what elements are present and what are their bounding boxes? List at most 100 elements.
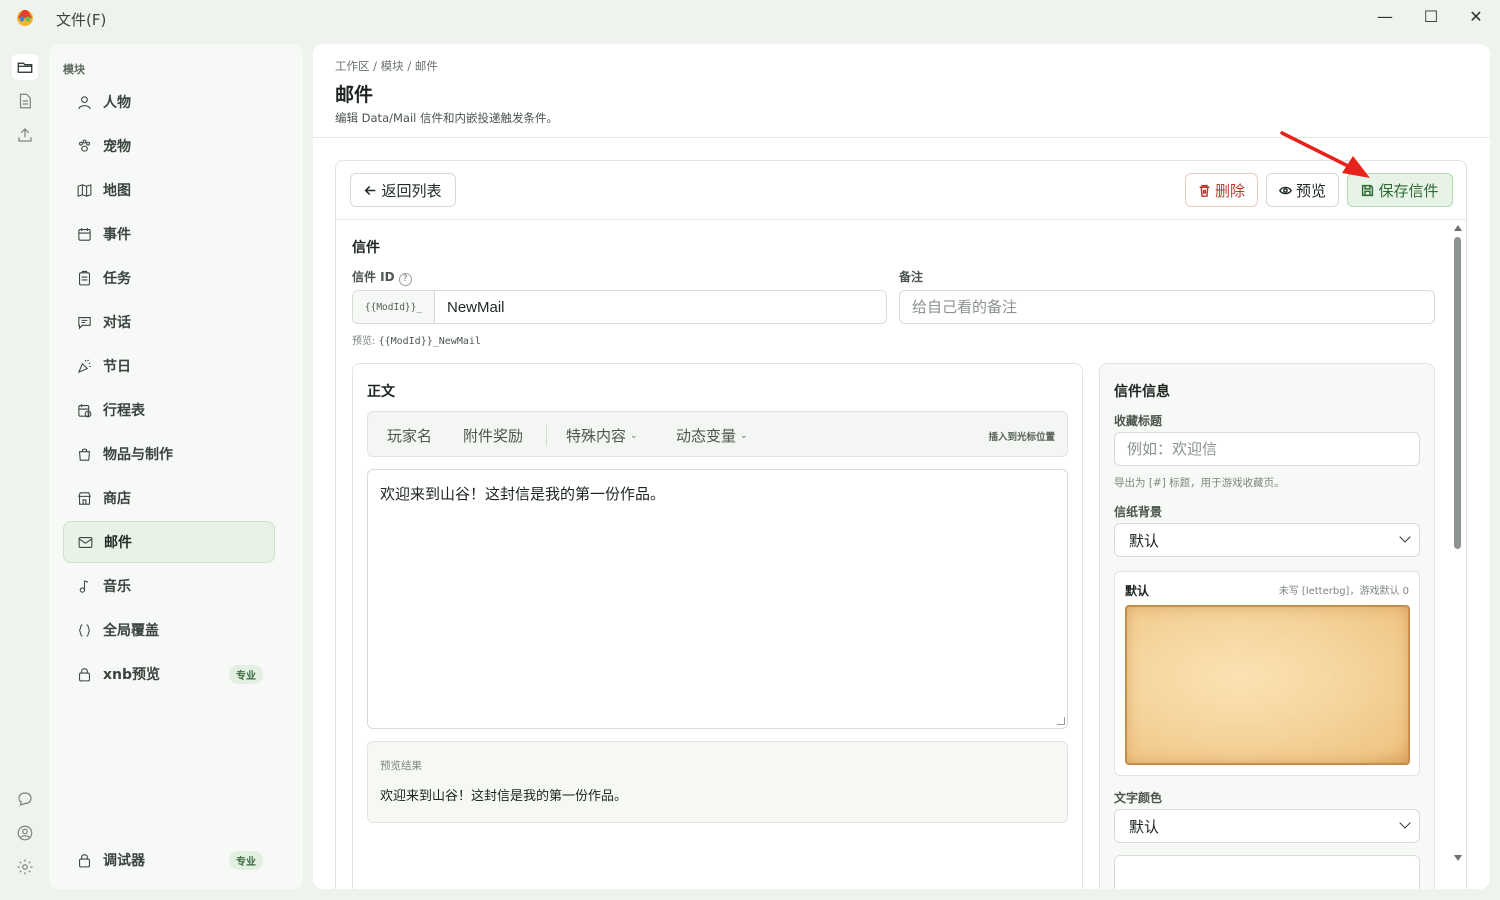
page-subtitle: 编辑 Data/Mail 信件和内嵌投递触发条件。	[335, 111, 559, 125]
header-divider	[313, 137, 1490, 138]
next-field-partial[interactable]	[1114, 855, 1420, 889]
paper-background-value: 默认	[1129, 531, 1160, 550]
save-icon	[1362, 184, 1374, 196]
paper-preview-card: 默认 未写 [letterbg]，游戏默认 0	[1114, 571, 1420, 776]
sidebar-item-quests[interactable]: 任务	[63, 257, 275, 299]
note-label: 备注	[899, 270, 924, 284]
sidebar-item-label: 物品与制作	[103, 447, 173, 463]
sidebar-item-music[interactable]: 音乐	[63, 565, 275, 607]
sidebar-item-label: 地图	[103, 183, 131, 199]
document-icon[interactable]	[12, 88, 38, 114]
sidebar-item-mail[interactable]: 邮件	[63, 521, 275, 563]
upload-icon[interactable]	[12, 122, 38, 148]
close-button[interactable]: ✕	[1463, 5, 1489, 29]
braces-icon	[73, 619, 95, 641]
note-input[interactable]	[899, 290, 1435, 324]
sidebar-item-xnb-preview[interactable]: xnb预览 专业	[63, 653, 275, 695]
party-icon	[73, 355, 95, 377]
resize-handle-icon[interactable]	[1057, 717, 1065, 725]
preview-button[interactable]: 预览	[1266, 173, 1339, 207]
save-button-label: 保存信件	[1378, 181, 1439, 200]
favorite-title-input[interactable]	[1114, 432, 1420, 466]
chevron-down-icon	[1399, 817, 1411, 829]
chat-icon[interactable]	[12, 786, 38, 812]
sidebar-item-label: 商店	[103, 491, 131, 507]
preview-result-text: 欢迎来到山谷！这封信是我的第一份作品。	[380, 789, 628, 804]
title-bar: 文件(F) — ☐ ✕	[0, 0, 1500, 36]
id-preview-value: {{ModId}}_NewMail	[378, 336, 481, 347]
insert-variable-dropdown[interactable]: 动态变量 ⌄	[676, 425, 748, 446]
insert-attachment-button[interactable]: 附件奖励	[463, 425, 523, 446]
back-to-list-button[interactable]: 返回列表	[350, 173, 456, 207]
sidebar-item-label: xnb预览	[103, 667, 161, 683]
insert-item-label: 特殊内容	[566, 427, 627, 445]
chevron-down-icon: ⌄	[630, 430, 638, 441]
sidebar-item-schedules[interactable]: 行程表	[63, 389, 275, 431]
calendar-icon	[73, 223, 95, 245]
scroll-up-arrow[interactable]	[1454, 225, 1462, 231]
gear-icon[interactable]	[12, 854, 38, 880]
paper-background-label: 信纸背景	[1114, 505, 1163, 519]
person-icon	[73, 91, 95, 113]
insert-special-dropdown[interactable]: 特殊内容 ⌄	[566, 425, 638, 446]
sidebar-item-events[interactable]: 事件	[63, 213, 275, 255]
text-color-select[interactable]: 默认	[1114, 809, 1420, 843]
scroll-thumb[interactable]	[1454, 237, 1461, 549]
app-logo-icon	[17, 9, 33, 26]
bag-icon	[73, 443, 95, 465]
insert-item-label: 玩家名	[387, 427, 433, 445]
favorite-title-label: 收藏标题	[1114, 414, 1163, 428]
sidebar-item-label: 音乐	[103, 579, 131, 595]
scrollbar[interactable]	[1453, 225, 1463, 865]
mail-editor-card: 返回列表 删除 预览 保存信件 信件 信件 ID? {{ModId}}_ New…	[335, 160, 1467, 889]
preview-result-box: 预览结果 欢迎来到山谷！这封信是我的第一份作品。	[367, 741, 1068, 823]
help-icon[interactable]: ?	[398, 273, 412, 286]
trash-icon	[1199, 184, 1210, 197]
insert-item-label: 动态变量	[676, 427, 737, 445]
sidebar-item-items-crafting[interactable]: 物品与制作	[63, 433, 275, 475]
file-menu[interactable]: 文件(F)	[56, 9, 106, 30]
letter-id-preview: 预览: {{ModId}}_NewMail	[352, 332, 481, 347]
letter-id-label: 信件 ID?	[352, 268, 412, 286]
map-icon	[73, 179, 95, 201]
pro-badge: 专业	[229, 851, 263, 870]
insert-item-label: 附件奖励	[463, 427, 524, 445]
sidebar-item-label: 人物	[103, 95, 131, 111]
lock-icon	[73, 849, 95, 871]
insert-player-name-button[interactable]: 玩家名	[387, 425, 432, 446]
sidebar-item-label: 行程表	[103, 403, 145, 419]
folder-icon[interactable]	[12, 54, 38, 80]
letter-id-input[interactable]	[435, 291, 886, 323]
sidebar-item-characters[interactable]: 人物	[63, 81, 275, 123]
lock-icon	[73, 663, 95, 685]
sidebar-item-festivals[interactable]: 节日	[63, 345, 275, 387]
delete-button[interactable]: 删除	[1185, 173, 1258, 207]
store-icon	[73, 487, 95, 509]
sidebar-item-pets[interactable]: 宠物	[63, 125, 275, 167]
back-button-label: 返回列表	[381, 181, 442, 200]
text-color-value: 默认	[1129, 817, 1160, 836]
letter-id-prefix: {{ModId}}_	[353, 291, 435, 323]
delete-button-label: 删除	[1214, 181, 1245, 200]
body-textarea[interactable]: 欢迎来到山谷！这封信是我的第一份作品。	[367, 469, 1068, 729]
pro-badge: 专业	[229, 665, 263, 684]
chevron-down-icon	[1399, 531, 1411, 543]
id-preview-label: 预览:	[352, 336, 376, 347]
sidebar-item-debugger[interactable]: 调试器 专业	[63, 839, 275, 881]
maximize-button[interactable]: ☐	[1418, 5, 1444, 29]
insert-toolbar: 玩家名 附件奖励 特殊内容 ⌄ 动态变量 ⌄ 插入到光标位置	[367, 411, 1068, 457]
preview-result-label: 预览结果	[380, 760, 422, 772]
user-circle-icon[interactable]	[12, 820, 38, 846]
sidebar-item-shops[interactable]: 商店	[63, 477, 275, 519]
scroll-down-arrow[interactable]	[1454, 855, 1462, 861]
breadcrumb: 工作区 / 模块 / 邮件	[335, 59, 438, 73]
letter-info-panel: 信件信息 收藏标题 导出为 [#] 标题，用于游戏收藏页。 信纸背景 默认 默认…	[1099, 363, 1435, 889]
mail-icon	[74, 531, 96, 553]
letter-id-label-text: 信件 ID	[352, 270, 395, 284]
sidebar-item-dialogue[interactable]: 对话	[63, 301, 275, 343]
sidebar-item-maps[interactable]: 地图	[63, 169, 275, 211]
save-letter-button[interactable]: 保存信件	[1347, 173, 1453, 207]
paper-background-select[interactable]: 默认	[1114, 523, 1420, 557]
sidebar-item-global-overrides[interactable]: 全局覆盖	[63, 609, 275, 651]
minimize-button[interactable]: —	[1372, 5, 1398, 29]
